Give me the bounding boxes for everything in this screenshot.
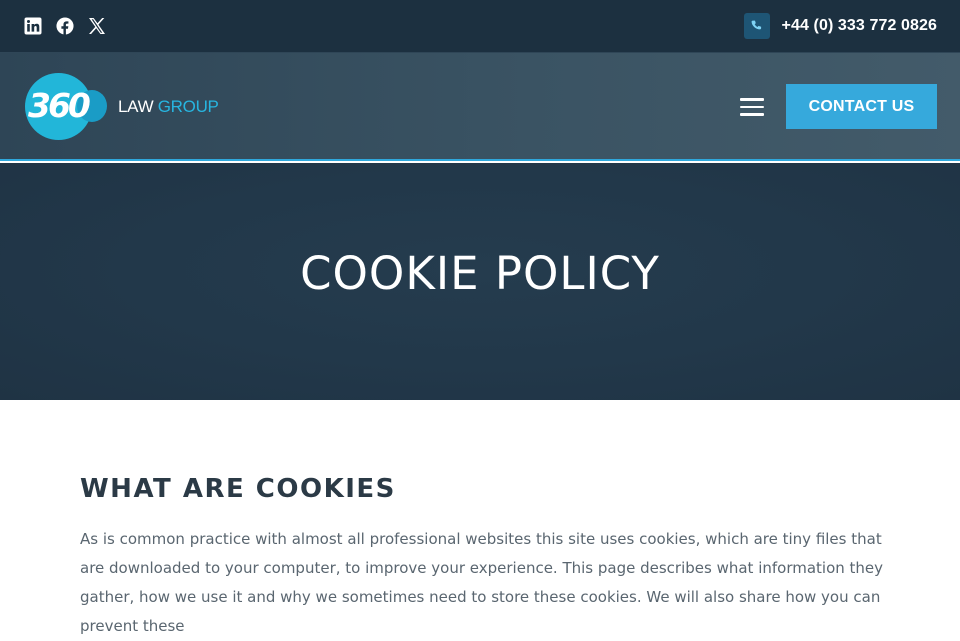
phone-contact[interactable]: +44 (0) 333 772 0826: [743, 13, 937, 39]
facebook-icon[interactable]: [56, 16, 74, 36]
logo-word-law: LAW: [118, 97, 154, 116]
main-navigation: 360 LAW GROUP CONTACT US: [0, 53, 960, 161]
top-bar: +44 (0) 333 772 0826: [0, 0, 960, 53]
x-icon[interactable]: [88, 16, 106, 36]
hero-banner: COOKIE POLICY: [0, 163, 960, 400]
page-title: COOKIE POLICY: [300, 247, 660, 300]
contact-us-button[interactable]: CONTACT US: [786, 84, 937, 129]
hamburger-line: [740, 105, 764, 108]
logo-wordmark: LAW GROUP: [118, 97, 219, 117]
body-paragraph: As is common practice with almost all pr…: [80, 530, 884, 635]
hamburger-line: [740, 98, 764, 101]
logo-word-group: GROUP: [157, 97, 219, 116]
linkedin-icon[interactable]: [24, 16, 42, 36]
hamburger-line: [740, 113, 764, 116]
hamburger-menu-icon[interactable]: [740, 98, 764, 116]
social-links: [24, 16, 106, 36]
logo[interactable]: 360 LAW GROUP: [25, 73, 225, 143]
logo-mark: 360: [28, 86, 91, 125]
section-heading: WHAT ARE COOKIES: [80, 474, 396, 504]
phone-number[interactable]: +44 (0) 333 772 0826: [782, 17, 937, 35]
phone-icon: [743, 13, 770, 39]
